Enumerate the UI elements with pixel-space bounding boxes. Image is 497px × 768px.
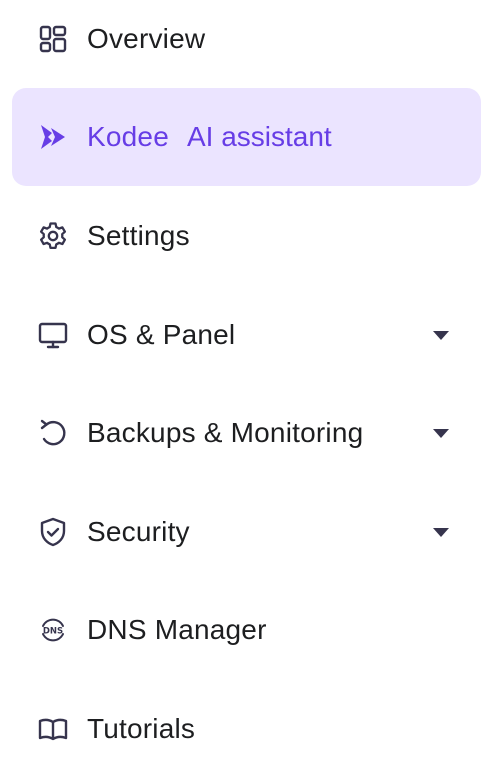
sidebar-item-tutorials[interactable]: Tutorials (12, 680, 481, 768)
sidebar-item-settings[interactable]: Settings (12, 187, 481, 285)
sidebar-item-label: Settings (87, 220, 190, 251)
sidebar-item-dns-manager[interactable]: DNS DNS Manager (12, 581, 481, 679)
sidebar-item-label: Kodee (87, 121, 169, 152)
restore-icon (36, 416, 70, 450)
gear-icon (36, 219, 70, 253)
sidebar-item-label: OS & Panel (87, 319, 236, 350)
svg-text:DNS: DNS (43, 627, 63, 637)
sidebar-item-label: Overview (87, 23, 206, 54)
sidebar-item-os-panel[interactable]: OS & Panel (12, 286, 481, 384)
chevron-down-icon[interactable] (433, 429, 449, 438)
sidebar-item-backups-monitoring[interactable]: Backups & Monitoring (12, 384, 481, 482)
overview-grid-icon (36, 22, 70, 56)
chevron-down-icon[interactable] (433, 528, 449, 537)
kodee-icon (36, 120, 70, 154)
sidebar-item-overview[interactable]: Overview (12, 0, 481, 88)
chevron-down-icon[interactable] (433, 331, 449, 340)
sidebar-item-security[interactable]: Security (12, 483, 481, 581)
sidebar-item-kodee[interactable]: Kodee AI assistant (12, 88, 481, 186)
sidebar-item-label: Security (87, 516, 190, 547)
book-icon (36, 712, 70, 746)
sidebar-item-label: DNS Manager (87, 614, 267, 645)
sidebar-item-sublabel: AI assistant (186, 121, 332, 152)
shield-check-icon (36, 515, 70, 549)
sidebar-item-label: Backups & Monitoring (87, 417, 364, 448)
monitor-icon (36, 318, 70, 352)
sidebar-item-label: Tutorials (87, 713, 196, 744)
dns-icon: DNS (36, 613, 70, 647)
sidebar-nav: Overview Kodee AI assistant Settings OS … (0, 0, 497, 768)
